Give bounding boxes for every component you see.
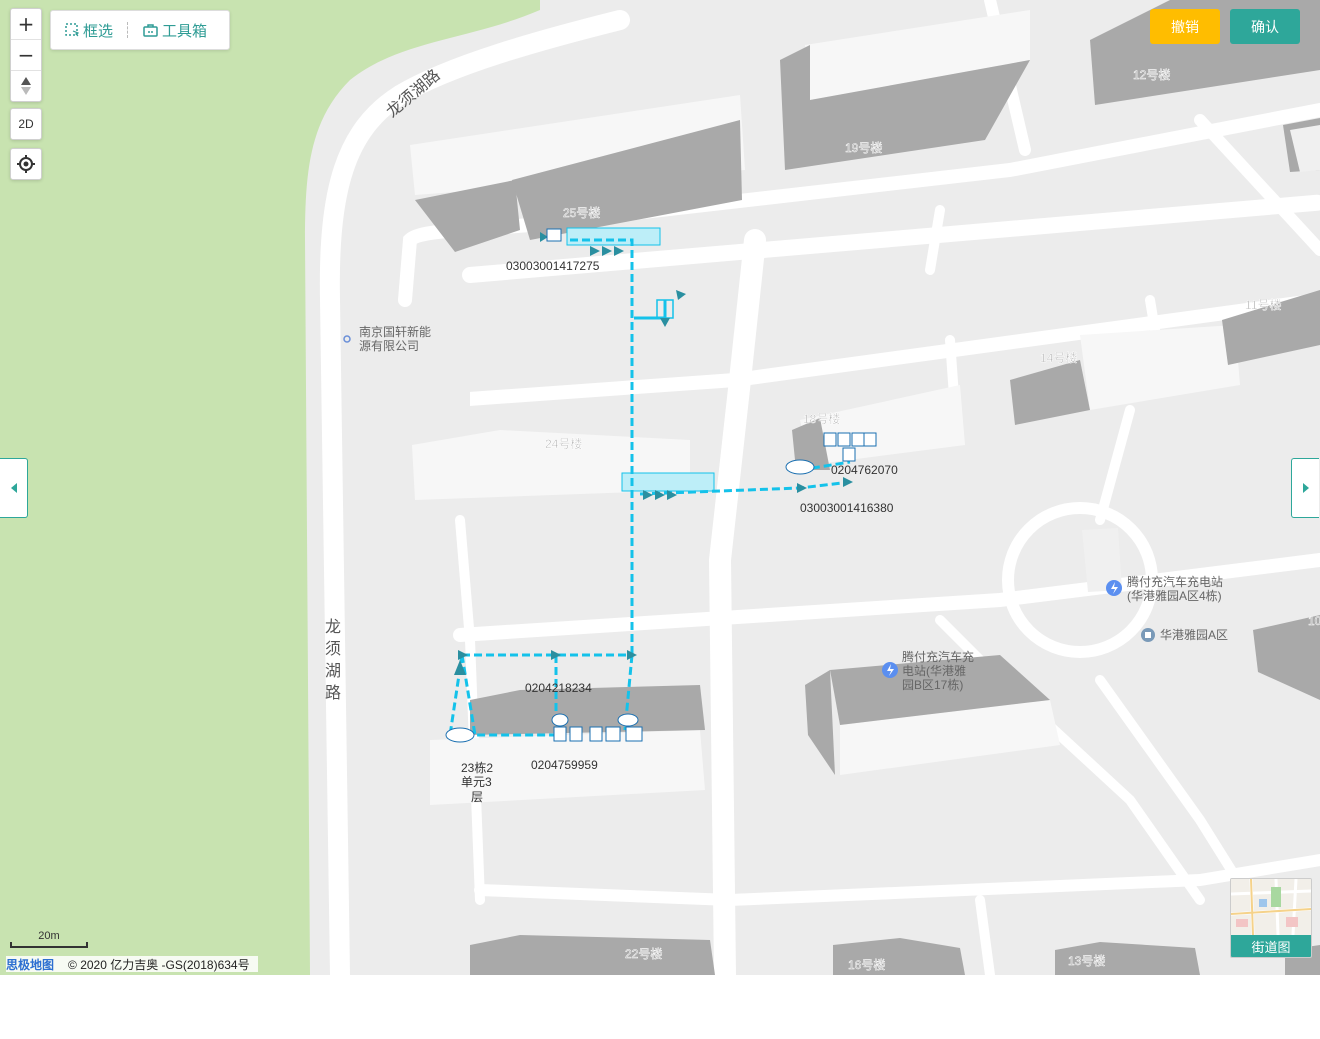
map-logo: 思极地图 <box>6 957 55 972</box>
map-layer: 龙须湖路 龙须湖路 25号楼 19号楼 12号楼 24号楼 18号楼 14号楼 … <box>0 0 1320 975</box>
map-toolbar: 框选 工具箱 <box>50 10 230 50</box>
building-label: 18号楼 <box>803 411 840 426</box>
box-select-label: 框选 <box>83 22 114 40</box>
poi-label: 华港雅园A区 <box>1160 627 1228 642</box>
selection-box <box>621 472 715 492</box>
chevron-right-icon <box>1302 483 1309 493</box>
building-label: 10 <box>1308 614 1320 628</box>
building-label: 24号楼 <box>545 436 582 451</box>
line-id-label: 0204759959 <box>531 758 598 772</box>
svg-text:龙: 龙 <box>325 618 341 636</box>
chevron-left-icon <box>10 483 17 493</box>
poi-label: 腾付充汽车充电站 <box>1127 574 1223 589</box>
view-2d-button[interactable]: 2D <box>10 108 42 140</box>
building-label: 25号楼 <box>563 205 600 220</box>
line-id-label: 03003001417275 <box>506 259 600 273</box>
map-attribution: 思极地图 © 2020 亿力吉奥 -GS(2018)634号 <box>6 956 258 972</box>
compass-button[interactable] <box>11 71 41 101</box>
unit-label: 层 <box>471 790 483 804</box>
confirm-button[interactable]: 确认 <box>1230 9 1300 44</box>
map-canvas[interactable]: 龙须湖路 龙须湖路 25号楼 19号楼 12号楼 24号楼 18号楼 14号楼 … <box>0 0 1320 975</box>
box-select-button[interactable]: 框选 <box>51 20 127 41</box>
unit-label: 单元3 <box>461 775 492 789</box>
charging-icon <box>882 662 898 678</box>
left-panel-toggle[interactable] <box>0 458 28 518</box>
zoom-controls: + − <box>10 8 42 102</box>
street-map-thumbnail <box>1231 879 1311 936</box>
unit-label: 23栋2 <box>461 760 493 775</box>
selection-box <box>566 227 661 246</box>
line-id-label: 03003001416380 <box>800 501 894 515</box>
scale-bar: 20m <box>10 930 88 948</box>
poi-label: 园B区17栋) <box>902 677 963 692</box>
undo-button[interactable]: 撤销 <box>1150 9 1220 44</box>
poi-label: 电站(华港雅 <box>902 663 966 678</box>
toolbox-button[interactable]: 工具箱 <box>129 20 221 41</box>
building-label: 22号楼 <box>625 946 662 961</box>
poi-label: 源有限公司 <box>359 339 419 353</box>
toolbox-label: 工具箱 <box>162 22 208 40</box>
building-label: 12号楼 <box>1133 67 1170 82</box>
scale-line <box>10 942 88 948</box>
poi-label: 南京国轩新能 <box>359 324 431 339</box>
locate-button[interactable] <box>10 148 42 180</box>
svg-text:湖: 湖 <box>325 662 341 680</box>
locate-icon <box>17 155 35 173</box>
right-panel-toggle[interactable] <box>1291 458 1319 518</box>
poi-label: (华港雅园A区4栋) <box>1127 588 1222 603</box>
building-label: 14号楼 <box>1040 350 1077 365</box>
line-id-label: 0204218234 <box>525 681 592 695</box>
residential-icon <box>1141 628 1155 642</box>
line-id-label: 0204762070 <box>831 463 898 477</box>
building-label: 11号楼 <box>1245 297 1281 312</box>
charging-icon <box>1106 580 1122 596</box>
building-label: 13号楼 <box>1068 953 1105 968</box>
svg-text:须: 须 <box>325 640 341 658</box>
building-label: 16号楼 <box>848 957 885 972</box>
box-select-icon <box>65 23 79 37</box>
building-label: 19号楼 <box>845 140 882 155</box>
compass-icon <box>21 77 31 95</box>
street-view-button[interactable]: 街道图 <box>1230 878 1312 958</box>
copyright-text: © 2020 亿力吉奥 -GS(2018)634号 <box>68 957 250 972</box>
svg-text:路: 路 <box>325 684 341 702</box>
street-view-label: 街道图 <box>1231 935 1311 957</box>
dot-icon <box>343 335 351 343</box>
zoom-out-button[interactable]: − <box>11 40 41 71</box>
toolbox-icon <box>143 24 158 37</box>
poi-label: 腾付充汽车充 <box>902 649 974 664</box>
scale-label: 20m <box>38 930 60 942</box>
zoom-in-button[interactable]: + <box>11 9 41 40</box>
vertical-road <box>708 229 766 975</box>
